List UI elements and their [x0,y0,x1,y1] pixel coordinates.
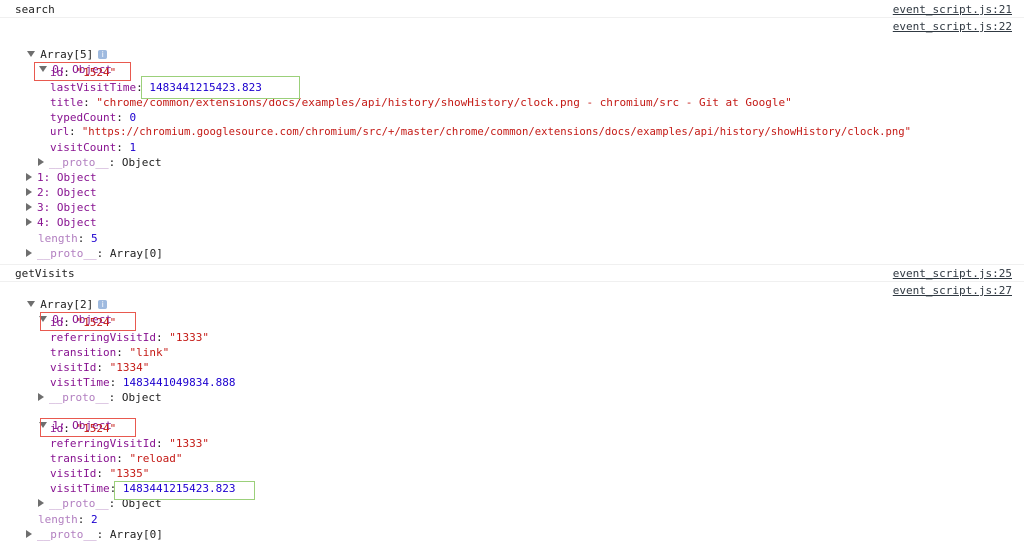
console-message-search: search event_script.js:21 [0,1,1024,18]
console-message-getvisits: getVisits event_script.js:25 [0,264,1024,282]
proto-toggle[interactable]: __proto__: Array[0] [26,247,163,260]
prop-key: length [38,232,78,245]
prop-key: typedCount [50,111,117,124]
expand-right-icon [38,499,44,507]
expand-right-icon [26,249,32,257]
proto-key: __proto__ [37,528,97,541]
property-row: length: 5 [38,232,98,245]
property-row: referringVisitId: "1333" [50,331,209,344]
highlight-box [34,62,131,81]
expand-right-icon [26,218,32,226]
highlight-box [141,76,300,99]
prop-value: 1 [129,141,137,154]
expand-right-icon [38,158,44,166]
expand-right-icon [38,393,44,401]
expand-right-icon [26,173,32,181]
proto-toggle[interactable]: __proto__: Array[0] [26,528,163,541]
source-link[interactable]: event_script.js:22 [893,20,1012,33]
property-row: visitCount: 1 [50,141,137,154]
property-row: length: 2 [38,513,98,526]
prop-value: "1335" [109,467,150,480]
property-row: visitId: "1334" [50,361,150,374]
proto-value: Array[0] [109,247,163,260]
prop-key: transition [50,346,117,359]
prop-value: 0 [129,111,137,124]
prop-key: visitCount [50,141,117,154]
prop-value: 2 [91,513,98,526]
proto-key: __proto__ [49,391,109,404]
expand-right-icon [26,188,32,196]
object-toggle[interactable]: 1: Object [26,171,97,184]
prop-key: visitId [50,467,97,480]
prop-value: "1333" [169,437,209,450]
proto-value: Object [121,391,162,404]
prop-value: "link" [129,346,170,359]
proto-value: Array[0] [109,528,163,541]
prop-key: visitTime [50,376,110,389]
prop-key: transition [50,452,117,465]
prop-value: 5 [91,232,98,245]
property-row: transition: "link" [50,346,170,359]
prop-key: title [50,96,84,109]
prop-value: "1333" [169,331,209,344]
highlight-box [40,312,136,331]
item-label: 4: Object [37,216,97,229]
property-row: url: "https://chromium.googlesource.com/… [50,126,912,138]
log-text: search [15,3,55,16]
source-link[interactable]: event_script.js:27 [893,284,1012,297]
property-row: visitId: "1335" [50,467,150,480]
object-toggle[interactable]: 2: Object [26,186,97,199]
item-label: 3: Object [37,201,97,214]
proto-toggle[interactable]: __proto__: Object [38,156,162,169]
proto-toggle[interactable]: __proto__: Object [38,391,162,404]
proto-key: __proto__ [49,156,109,169]
item-label: 1: Object [37,171,97,184]
source-link[interactable]: event_script.js:25 [893,267,1012,280]
prop-value: "https://chromium.googlesource.com/chrom… [81,126,912,138]
prop-key: visitTime [50,482,110,495]
property-row: transition: "reload" [50,452,183,465]
prop-key: referringVisitId [50,437,156,450]
prop-key: referringVisitId [50,331,156,344]
object-toggle[interactable]: 3: Object [26,201,97,214]
highlight-box [40,418,136,437]
property-row: typedCount: 0 [50,111,137,124]
log-text: getVisits [15,267,75,280]
proto-key: __proto__ [49,497,109,510]
prop-key: url [50,126,70,138]
prop-value: "1334" [109,361,150,374]
prop-value: 1483441049834.888 [122,376,236,389]
prop-key: visitId [50,361,97,374]
proto-value: Object [121,156,162,169]
prop-value: "reload" [129,452,183,465]
prop-key: lastVisitTime [50,81,137,94]
prop-key: length [38,513,78,526]
expand-right-icon [26,203,32,211]
object-toggle[interactable]: 4: Object [26,216,97,229]
item-label: 2: Object [37,186,97,199]
expand-right-icon [26,530,32,538]
highlight-box [114,481,255,500]
property-row: referringVisitId: "1333" [50,437,209,450]
proto-key: __proto__ [37,247,97,260]
property-row: visitTime: 1483441049834.888 [50,376,236,389]
source-link[interactable]: event_script.js:21 [893,3,1012,16]
